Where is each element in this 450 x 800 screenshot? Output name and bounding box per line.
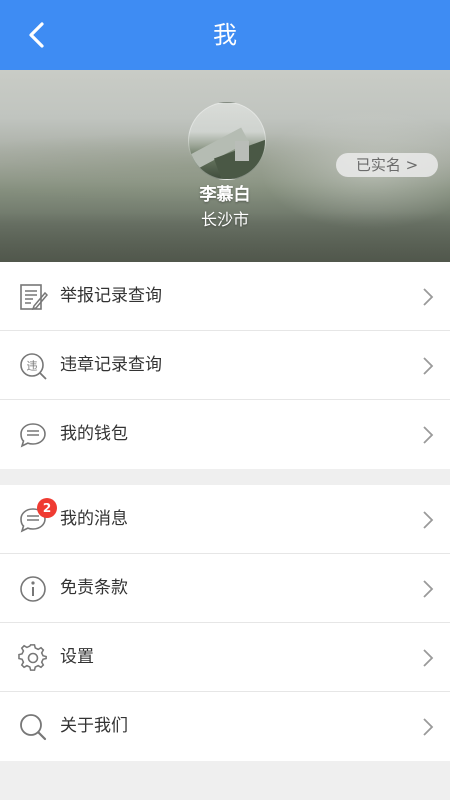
verified-badge-button[interactable]: 已实名 > xyxy=(336,153,438,177)
menu-item-label: 关于我们 xyxy=(60,716,128,736)
menu-item-label: 违章记录查询 xyxy=(60,355,162,375)
chevron-right-icon xyxy=(423,649,434,667)
profile-header: 李慕白 长沙市 已实名 > xyxy=(0,70,450,262)
report-document-icon xyxy=(20,284,48,311)
menu-item-label: 我的消息 xyxy=(60,509,128,529)
info-icon xyxy=(20,576,46,602)
avatar[interactable] xyxy=(188,102,266,180)
unread-count-badge: 2 xyxy=(37,498,57,518)
menu-item-label: 举报记录查询 xyxy=(60,286,162,306)
page-title: 我 xyxy=(213,21,237,49)
chevron-right-icon xyxy=(423,426,434,444)
chevron-right-icon xyxy=(423,288,434,306)
svg-text:违: 违 xyxy=(27,360,38,373)
chevron-right-icon xyxy=(423,511,434,529)
menu-item-label: 免责条款 xyxy=(60,578,128,598)
menu-item-report-records[interactable]: 举报记录查询 xyxy=(0,262,450,331)
menu-item-label: 我的钱包 xyxy=(60,424,128,444)
menu-item-messages[interactable]: 2 我的消息 xyxy=(0,485,450,554)
gear-icon xyxy=(18,644,47,671)
chevron-right-icon xyxy=(423,357,434,375)
chevron-right-icon xyxy=(423,718,434,736)
top-nav-bar: 我 xyxy=(0,0,450,70)
menu-group-settings: 2 我的消息 免责条款 设置 关于我们 xyxy=(0,485,450,761)
menu-item-violation-records[interactable]: 违 违章记录查询 xyxy=(0,331,450,400)
menu-item-wallet[interactable]: 我的钱包 xyxy=(0,400,450,469)
chevron-right-icon xyxy=(423,580,434,598)
user-name: 李慕白 xyxy=(199,185,251,205)
menu-item-about-us[interactable]: 关于我们 xyxy=(0,692,450,761)
search-icon xyxy=(20,714,47,741)
menu-item-settings[interactable]: 设置 xyxy=(0,623,450,692)
menu-item-disclaimer[interactable]: 免责条款 xyxy=(0,554,450,623)
violation-search-icon: 违 xyxy=(20,353,47,380)
user-city: 长沙市 xyxy=(200,210,249,229)
menu-item-label: 设置 xyxy=(60,647,94,667)
wallet-chat-icon xyxy=(20,423,46,448)
menu-group-records: 举报记录查询 违 违章记录查询 我的钱包 xyxy=(0,262,450,469)
